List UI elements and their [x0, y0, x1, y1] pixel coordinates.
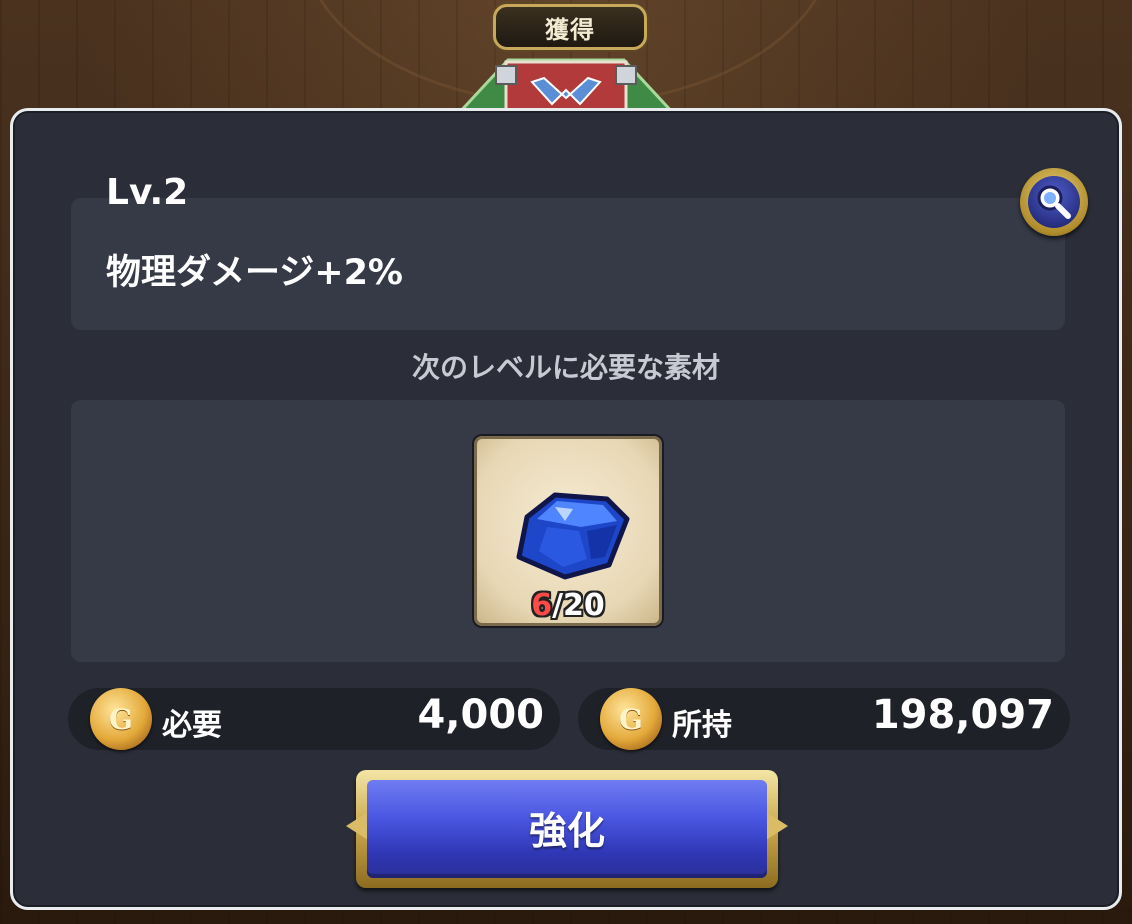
- enhance-button-label: 強化: [528, 809, 605, 853]
- material-owned: 6: [531, 588, 553, 623]
- material-required: 20: [563, 588, 605, 623]
- obtain-tab[interactable]: 獲得: [493, 4, 647, 50]
- material-count: 6/20: [474, 588, 662, 623]
- button-ornament-right: [766, 812, 788, 840]
- owned-gold-label: 所持: [672, 708, 732, 743]
- skill-level: Lv.2: [106, 172, 189, 213]
- required-gold-value: 4,000: [417, 692, 544, 738]
- skill-effect: 物理ダメージ+2%: [106, 253, 403, 293]
- material-separator: /: [552, 588, 564, 623]
- owned-gold-value: 198,097: [871, 692, 1054, 738]
- crest-emblem-icon: [455, 58, 677, 114]
- required-gold-label: 必要: [162, 708, 222, 743]
- detail-button[interactable]: [1020, 168, 1088, 236]
- materials-section-title: 次のレベルに必要な素材: [411, 351, 720, 384]
- gold-coin-icon: G: [600, 688, 662, 750]
- gold-coin-icon: G: [90, 688, 152, 750]
- obtain-tab-label: 獲得: [545, 15, 595, 44]
- magnifier-icon: [1028, 176, 1080, 228]
- button-ornament-left: [346, 812, 368, 840]
